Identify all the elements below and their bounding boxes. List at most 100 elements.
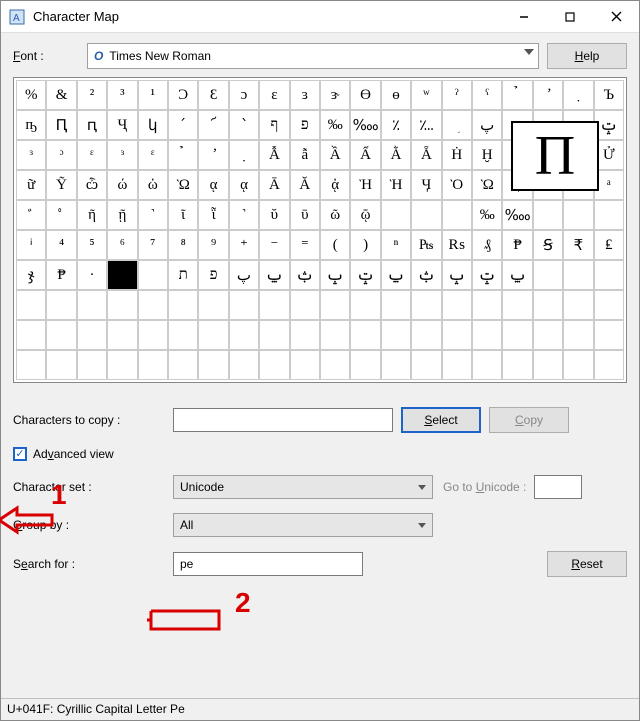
- character-cell[interactable]: ݐ: [259, 260, 289, 290]
- character-cell[interactable]: ῡ: [290, 200, 320, 230]
- character-cell[interactable]: [563, 200, 593, 230]
- character-cell[interactable]: [107, 290, 137, 320]
- character-cell[interactable]: ̛: [198, 140, 228, 170]
- character-cell[interactable]: Ᾰ: [290, 170, 320, 200]
- character-cell[interactable]: ʷ: [411, 80, 441, 110]
- advanced-view-checkbox[interactable]: ✓: [13, 447, 27, 461]
- character-cell[interactable]: ﾞ: [16, 200, 46, 230]
- character-cell[interactable]: Ὴ: [381, 170, 411, 200]
- character-cell[interactable]: ᾳ: [198, 170, 228, 200]
- character-cell[interactable]: [77, 320, 107, 350]
- copy-button[interactable]: Copy: [489, 407, 569, 433]
- character-cell[interactable]: [107, 320, 137, 350]
- character-cell[interactable]: ˀ: [442, 80, 472, 110]
- character-cell[interactable]: ⁴: [46, 230, 76, 260]
- character-cell[interactable]: ҧ: [16, 110, 46, 140]
- character-cell[interactable]: կ: [138, 110, 168, 140]
- character-cell[interactable]: ₱: [502, 230, 532, 260]
- character-cell[interactable]: [77, 350, 107, 380]
- character-cell[interactable]: [411, 290, 441, 320]
- character-cell[interactable]: [442, 320, 472, 350]
- character-cell[interactable]: Ḣ: [442, 140, 472, 170]
- character-cell[interactable]: [229, 290, 259, 320]
- character-cell[interactable]: [168, 320, 198, 350]
- character-cell[interactable]: [411, 320, 441, 350]
- character-cell[interactable]: ·: [77, 260, 107, 290]
- reset-button[interactable]: Reset: [547, 551, 627, 577]
- character-cell[interactable]: ɜ: [290, 80, 320, 110]
- character-cell[interactable]: ώ: [107, 170, 137, 200]
- close-button[interactable]: [593, 1, 639, 33]
- help-button[interactable]: Help: [547, 43, 627, 69]
- character-cell[interactable]: ³: [107, 80, 137, 110]
- character-cell[interactable]: [290, 290, 320, 320]
- character-cell[interactable]: ݑ: [411, 260, 441, 290]
- character-cell[interactable]: ף: [259, 110, 289, 140]
- character-cell[interactable]: [168, 350, 198, 380]
- character-cell[interactable]: ᵓ: [46, 140, 76, 170]
- character-cell[interactable]: Ὼ: [168, 170, 198, 200]
- character-cell[interactable]: ᵋ: [138, 140, 168, 170]
- character-cell[interactable]: [442, 200, 472, 230]
- character-cell[interactable]: [533, 200, 563, 230]
- character-cell[interactable]: [46, 290, 76, 320]
- character-cell[interactable]: ɔ: [229, 80, 259, 110]
- character-cell[interactable]: [229, 350, 259, 380]
- character-cell[interactable]: [594, 290, 624, 320]
- character-cell[interactable]: ₰: [472, 230, 502, 260]
- character-cell[interactable]: [259, 350, 289, 380]
- character-cell[interactable]: ˺: [229, 200, 259, 230]
- character-cell[interactable]: [16, 350, 46, 380]
- character-cell[interactable]: ̛: [533, 80, 563, 110]
- character-cell[interactable]: [533, 320, 563, 350]
- character-cell[interactable]: [350, 290, 380, 320]
- character-cell[interactable]: ՜: [198, 110, 228, 140]
- character-cell[interactable]: ԥ: [77, 110, 107, 140]
- character-cell[interactable]: ⁼: [290, 230, 320, 260]
- character-cell[interactable]: Ẫ: [259, 140, 289, 170]
- character-cell[interactable]: Ḫ: [472, 140, 502, 170]
- character-cell[interactable]: ɝ: [320, 80, 350, 110]
- character-cell[interactable]: ₨: [442, 230, 472, 260]
- character-cell[interactable]: [442, 290, 472, 320]
- character-cell[interactable]: [46, 350, 76, 380]
- character-cell[interactable]: [381, 350, 411, 380]
- character-cell[interactable]: [259, 290, 289, 320]
- character-cell[interactable]: ݐ: [381, 260, 411, 290]
- character-cell[interactable]: [594, 350, 624, 380]
- character-cell[interactable]: ݐ: [502, 260, 532, 290]
- character-cell[interactable]: Ъ: [594, 80, 624, 110]
- character-cell[interactable]: ̉: [502, 80, 532, 110]
- character-cell[interactable]: ՝: [229, 110, 259, 140]
- select-button[interactable]: Select: [401, 407, 481, 433]
- character-cell[interactable]: [16, 290, 46, 320]
- character-cell[interactable]: ՛: [168, 110, 198, 140]
- character-cell[interactable]: ᵋ: [77, 140, 107, 170]
- character-cell[interactable]: Ὸ: [442, 170, 472, 200]
- character-cell[interactable]: ݓ: [472, 260, 502, 290]
- character-cell[interactable]: [411, 200, 441, 230]
- character-cell[interactable]: [107, 260, 137, 290]
- character-cell[interactable]: Ᾱ: [259, 170, 289, 200]
- character-cell[interactable]: [472, 350, 502, 380]
- character-cell[interactable]: Ằ: [381, 140, 411, 170]
- character-cell[interactable]: ˁ: [472, 80, 502, 110]
- character-cell[interactable]: ¹: [138, 80, 168, 110]
- maximize-button[interactable]: [547, 1, 593, 33]
- character-cell[interactable]: [229, 320, 259, 350]
- character-cell[interactable]: [594, 260, 624, 290]
- character-cell[interactable]: ῖ: [168, 200, 198, 230]
- character-cell[interactable]: ⁿ: [381, 230, 411, 260]
- character-cell[interactable]: ῶ: [320, 200, 350, 230]
- character-cell[interactable]: ̣: [229, 140, 259, 170]
- character-cell[interactable]: ⁶: [107, 230, 137, 260]
- character-cell[interactable]: Ɵ: [350, 80, 380, 110]
- character-cell[interactable]: [198, 320, 228, 350]
- character-cell[interactable]: [138, 320, 168, 350]
- character-cell[interactable]: ⁺: [229, 230, 259, 260]
- character-cell[interactable]: ῠ: [259, 200, 289, 230]
- character-cell[interactable]: ⁸: [168, 230, 198, 260]
- character-cell[interactable]: [502, 290, 532, 320]
- character-cell[interactable]: ٪: [381, 110, 411, 140]
- character-cell[interactable]: [259, 320, 289, 350]
